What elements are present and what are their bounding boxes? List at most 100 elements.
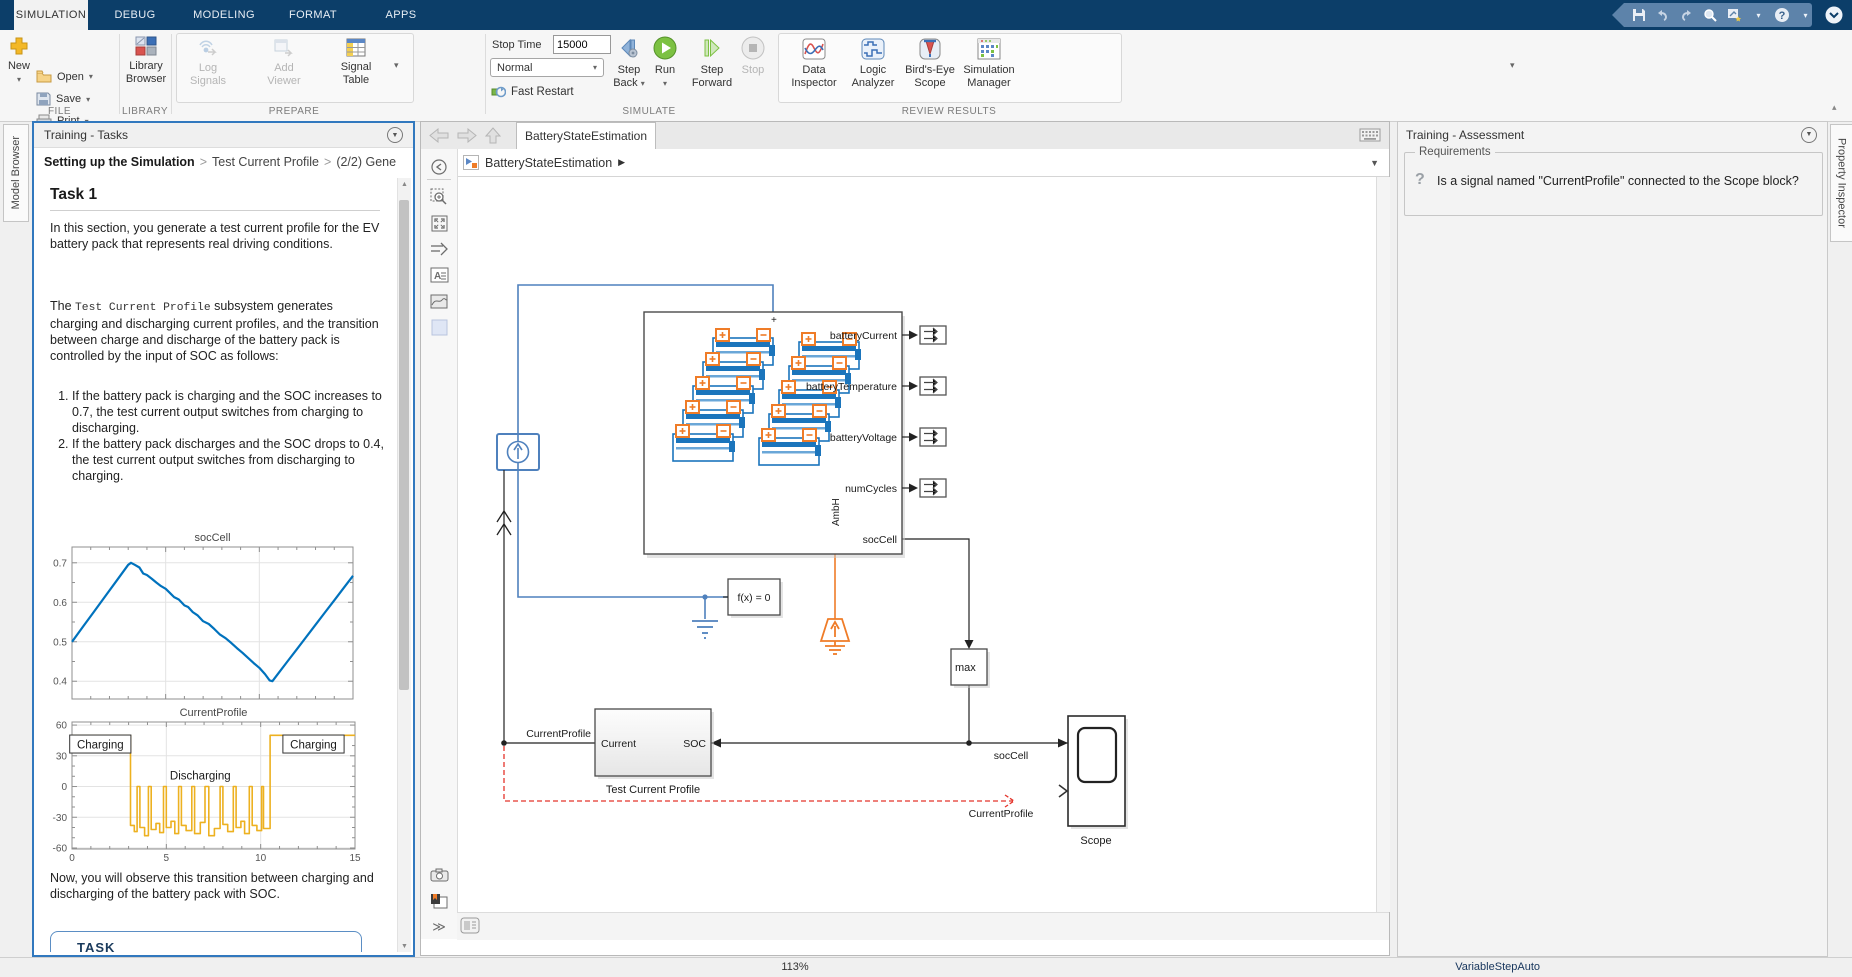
scroll-up-icon[interactable]: ▲ [398, 181, 411, 188]
add-to-favorites-icon[interactable] [1727, 7, 1743, 23]
fast-restart-button[interactable]: Fast Restart [491, 86, 574, 98]
tab-debug[interactable]: DEBUG [110, 0, 160, 30]
help-dropdown-icon[interactable]: ▾ [1799, 7, 1812, 23]
tab-apps[interactable]: APPS [378, 0, 424, 30]
signal-routing-icon[interactable] [428, 239, 450, 259]
scroll-thumb[interactable] [399, 200, 409, 690]
tcp-block-name[interactable]: Test Current Profile [606, 784, 700, 796]
run-button[interactable]: Run ▾ [643, 36, 687, 90]
save-icon[interactable] [1632, 7, 1646, 23]
task-scrollbar[interactable]: ▲ ▼ [397, 178, 411, 952]
titlebar-collapse-icon[interactable] [1824, 5, 1844, 30]
max-block[interactable]: max [951, 649, 990, 688]
hide-explorer-icon[interactable] [428, 157, 450, 177]
model-breadcrumb-bar: BatteryStateEstimation ▶ ▼ [457, 149, 1389, 177]
tcp-port-soc: SOC [683, 738, 706, 750]
collapse-toolstrip-icon[interactable]: ▴ [1832, 102, 1837, 113]
assessment-menu-icon[interactable]: ▼ [1801, 127, 1817, 143]
solver-block[interactable]: f(x) = 0 [723, 579, 783, 618]
model-browser-tab[interactable]: Model Browser [3, 124, 29, 222]
nav-forward-icon[interactable] [457, 128, 477, 148]
fit-to-view-icon[interactable] [428, 213, 450, 233]
breadcrumb-dropdown-icon[interactable]: ▼ [1370, 158, 1379, 168]
canvas-hscrollbar[interactable] [457, 912, 1389, 940]
save-button[interactable]: Save▾ [36, 92, 90, 106]
wire-junction [501, 740, 507, 746]
annotation-icon[interactable]: A [428, 265, 450, 285]
ambient-temperature-source[interactable] [821, 619, 849, 654]
expand-palette-icon[interactable]: ≫ [428, 917, 450, 937]
redo-icon[interactable] [1679, 7, 1694, 23]
doc-tab-batterystateestimation[interactable]: BatteryStateEstimation [516, 122, 656, 149]
breadcrumb-model-name[interactable]: BatteryStateEstimation [485, 156, 612, 170]
signal-label-currentprofile-red[interactable]: CurrentProfile [969, 808, 1034, 820]
canvas-badge-icon[interactable] [460, 917, 480, 939]
add-viewer-button[interactable]: Add Viewer [258, 38, 310, 88]
svg-text:Charging: Charging [290, 740, 337, 752]
breadcrumb-item-2[interactable]: Test Current Profile [212, 155, 319, 169]
open-button[interactable]: Open▾ [36, 70, 93, 83]
svg-text:60: 60 [56, 721, 68, 732]
open-dropdown-icon[interactable]: ▾ [89, 72, 93, 81]
new-button[interactable]: New ▾ [2, 36, 36, 86]
step-forward-button[interactable]: Step Forward [687, 36, 737, 90]
red-dashed-currentprofile-wire[interactable] [504, 746, 1013, 801]
electrical-ground-symbol[interactable] [692, 621, 718, 638]
ribbon-overflow-dropdown-icon[interactable]: ▾ [1510, 60, 1515, 71]
favorites-dropdown-icon[interactable]: ▾ [1752, 7, 1765, 23]
library-browser-button[interactable]: Library Browser [121, 36, 171, 86]
zoom-region-icon[interactable] [428, 187, 450, 207]
prepare-more-dropdown-icon[interactable]: ▾ [394, 60, 399, 71]
image-annotation-icon[interactable] [428, 291, 450, 311]
run-dropdown-icon[interactable]: ▾ [643, 77, 687, 90]
test-current-profile-block[interactable]: Current SOC [595, 709, 714, 779]
stop-time-input[interactable] [553, 35, 611, 54]
tab-format[interactable]: FORMAT [286, 0, 340, 30]
simulation-manager-button[interactable]: Simulation Manager [958, 38, 1020, 90]
current-source-block[interactable] [497, 434, 539, 470]
step-back-icon [617, 36, 641, 60]
birds-eye-scope-button[interactable]: Bird's-Eye Scope [902, 38, 958, 90]
property-inspector-tab[interactable]: Property Inspector [1830, 124, 1852, 242]
breadcrumb-item-3[interactable]: (2/2) Gene [336, 155, 396, 169]
search-icon[interactable] [1703, 7, 1718, 23]
canvas-vscrollbar[interactable] [1376, 177, 1390, 912]
new-dropdown-icon[interactable]: ▾ [2, 73, 36, 86]
undo-icon[interactable] [1655, 7, 1670, 23]
signal-table-button[interactable]: Signal Table [330, 38, 382, 87]
simulation-mode-select[interactable]: Normal▾ [490, 58, 604, 77]
scope-block[interactable] [1059, 716, 1128, 829]
panel-menu-icon[interactable]: ▼ [387, 127, 403, 143]
port-label-ambh: AmbH [831, 498, 842, 526]
tab-modeling[interactable]: MODELING [194, 0, 254, 30]
keyboard-shortcuts-icon[interactable] [1359, 128, 1381, 147]
screenshot-icon[interactable] [428, 865, 450, 885]
scope-block-name[interactable]: Scope [1080, 835, 1111, 847]
signal-label-soccell[interactable]: socCell [994, 750, 1028, 762]
scroll-down-icon[interactable]: ▼ [398, 943, 411, 950]
area-select-icon[interactable] [428, 317, 450, 337]
breadcrumb-item-1[interactable]: Setting up the Simulation [44, 155, 195, 169]
data-inspector-button[interactable]: Data Inspector [786, 38, 842, 90]
svg-text:A: A [434, 271, 441, 282]
output-port-tags[interactable] [902, 326, 946, 497]
nav-up-icon[interactable] [485, 127, 501, 149]
requirements-group: Requirements ? Is a signal named "Curren… [1404, 152, 1823, 216]
task-action-box[interactable]: TASK [50, 931, 362, 952]
wire-junction [702, 594, 707, 599]
open-folder-icon [36, 70, 52, 83]
section-label-simulate: SIMULATE [488, 106, 810, 118]
stop-button[interactable]: Stop [731, 36, 775, 77]
signal-label-currentprofile-in[interactable]: CurrentProfile [526, 728, 591, 740]
zoom-level[interactable]: 113% [760, 961, 830, 973]
help-icon[interactable]: ? [1774, 7, 1790, 23]
breadcrumb-expand-icon[interactable]: ▶ [618, 157, 625, 168]
titlebar: SIMULATION DEBUG MODELING FORMAT APPS ▾ … [0, 0, 1852, 30]
log-signals-button[interactable]: Log Signals [182, 38, 234, 88]
logic-analyzer-button[interactable]: Logic Analyzer [846, 38, 900, 90]
tab-simulation[interactable]: SIMULATION [14, 0, 88, 30]
solver-status[interactable]: VariableStepAuto [1400, 961, 1540, 973]
nav-back-icon[interactable] [429, 128, 449, 148]
save-dropdown-icon[interactable]: ▾ [86, 95, 90, 104]
viewmarks-icon[interactable] [428, 891, 450, 911]
